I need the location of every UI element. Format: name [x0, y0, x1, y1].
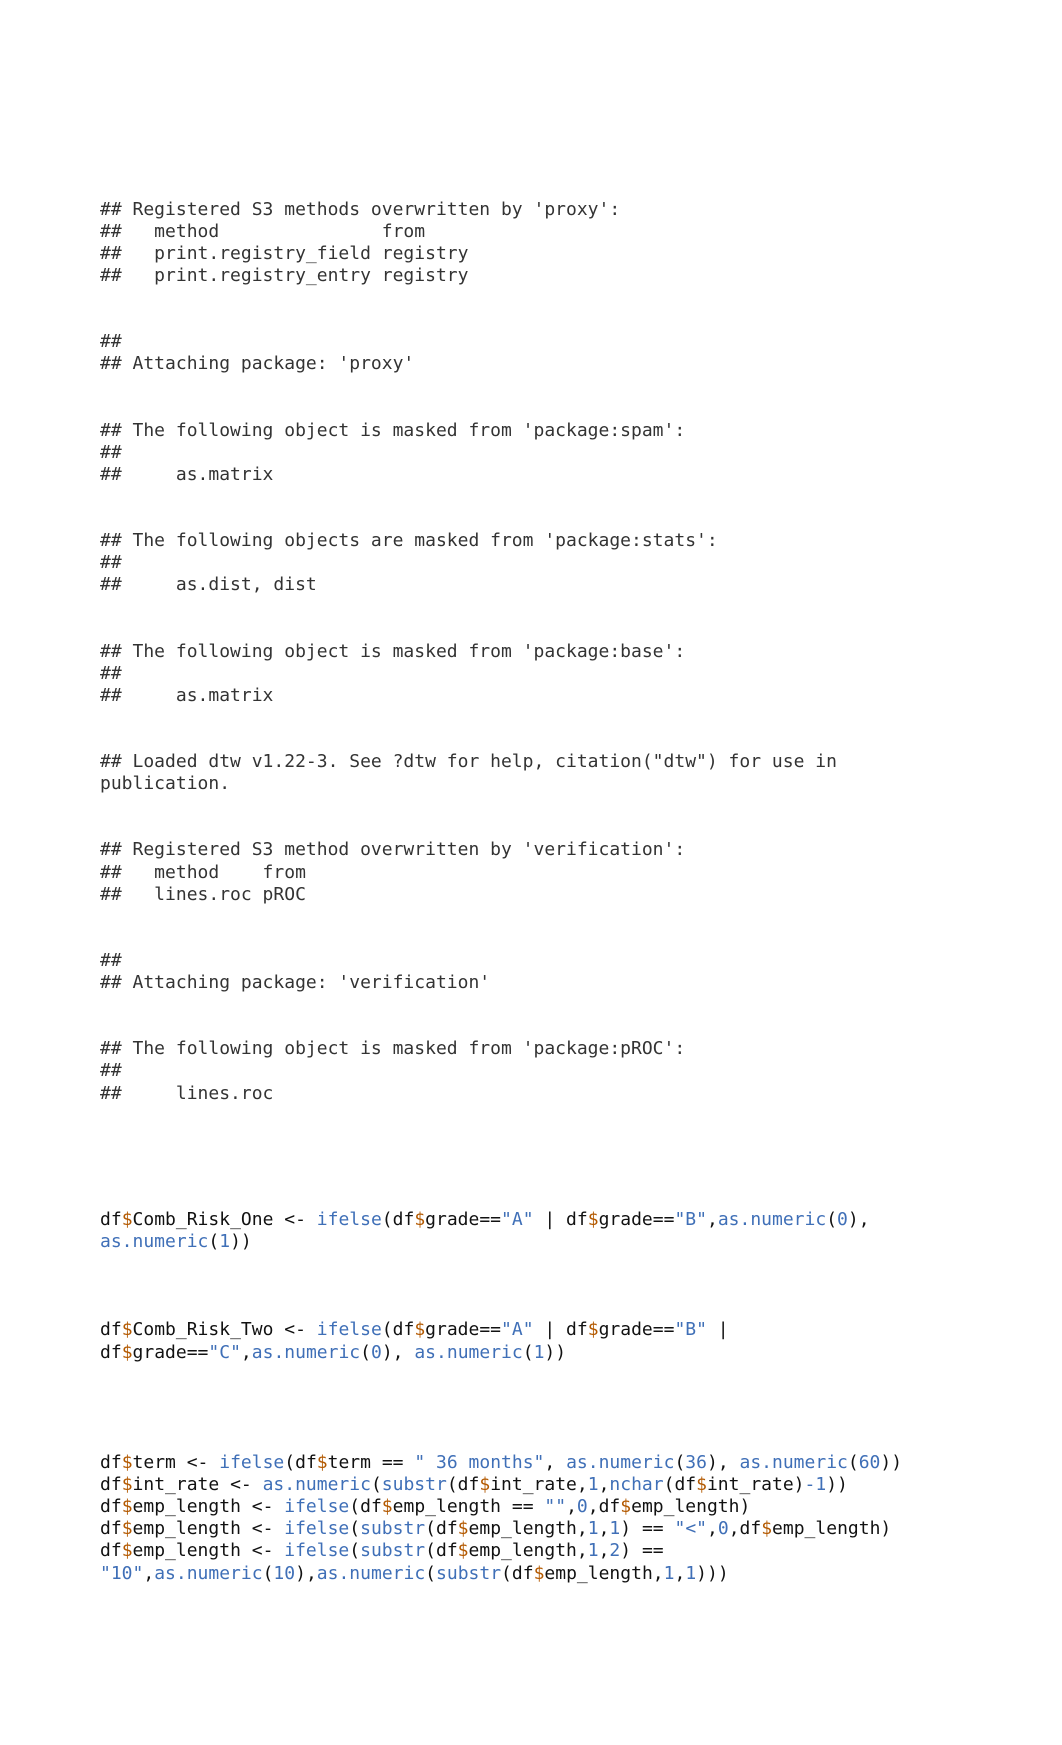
- console-output-mask-proc: ## The following object is masked from '…: [100, 1038, 962, 1104]
- console-output-mask-spam: ## The following object is masked from '…: [100, 420, 962, 486]
- code-comb-risk-two: df$Comb_Risk_Two <- ifelse(df$grade=="A"…: [100, 1319, 962, 1363]
- console-output-mask-stats: ## The following objects are masked from…: [100, 530, 962, 596]
- console-output-mask-base: ## The following object is masked from '…: [100, 641, 962, 707]
- console-output-proxy-s3: ## Registered S3 methods overwritten by …: [100, 199, 962, 288]
- console-output-verification-s3: ## Registered S3 method overwritten by '…: [100, 839, 962, 905]
- code-block-transform: df$term <- ifelse(df$term == " 36 months…: [100, 1452, 962, 1585]
- console-output-dtw-loaded: ## Loaded dtw v1.22-3. See ?dtw for help…: [100, 751, 962, 795]
- code-comb-risk-one: df$Comb_Risk_One <- ifelse(df$grade=="A"…: [100, 1209, 962, 1253]
- console-output-attach-proxy: ## ## Attaching package: 'proxy': [100, 331, 962, 375]
- console-output-attach-verification: ## ## Attaching package: 'verification': [100, 950, 962, 994]
